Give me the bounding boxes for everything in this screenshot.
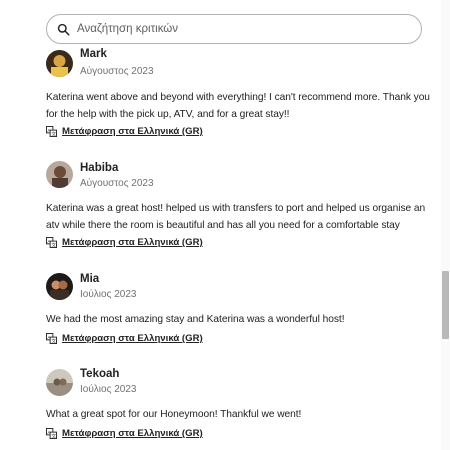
translate-label[interactable]: Μετάφραση στα Ελληνικά (GR): [62, 126, 203, 137]
search-input[interactable]: [77, 23, 397, 35]
translate-label[interactable]: Μετάφραση στα Ελληνικά (GR): [62, 237, 203, 248]
avatar[interactable]: [46, 50, 73, 77]
review-date: Ιούλιος 2023: [80, 289, 137, 300]
avatar[interactable]: [46, 161, 73, 188]
review-text: What a great spot for our Honeymoon! Tha…: [46, 406, 431, 423]
scrollbar-track[interactable]: [441, 0, 450, 450]
review-text: Katerina was a great host! helped us wit…: [46, 200, 431, 234]
avatar[interactable]: [46, 273, 73, 300]
svg-text:文: 文: [52, 433, 57, 439]
svg-text:文: 文: [52, 338, 57, 344]
reviewer-name: Habiba: [80, 162, 119, 174]
translate-link[interactable]: A 文 Μετάφραση στα Ελληνικά (GR): [46, 237, 203, 248]
svg-text:文: 文: [52, 242, 57, 248]
review-text-line: Katerina went above and beyond with ever…: [46, 92, 430, 103]
review-text: We had the most amazing stay and Katerin…: [46, 311, 431, 328]
review-date: Αύγουστος 2023: [80, 66, 154, 77]
search-icon: [57, 23, 70, 36]
reviewer-name: Mark: [80, 48, 107, 60]
review-text-line: We had the most amazing stay and Katerin…: [46, 314, 345, 325]
review-date: Αύγουστος 2023: [80, 178, 154, 189]
translate-link[interactable]: A 文 Μετάφραση στα Ελληνικά (GR): [46, 333, 203, 344]
review-text: Katerina went above and beyond with ever…: [46, 89, 431, 123]
review-text-line: for the help with the pick up, ATV, and …: [46, 109, 290, 120]
svg-text:文: 文: [52, 131, 57, 137]
review-text-line: What a great spot for our Honeymoon! Tha…: [46, 409, 302, 420]
translate-icon: A 文: [46, 126, 57, 137]
translate-label[interactable]: Μετάφραση στα Ελληνικά (GR): [62, 428, 203, 439]
translate-link[interactable]: A 文 Μετάφραση στα Ελληνικά (GR): [46, 126, 203, 137]
review-date: Ιούλιος 2023: [80, 384, 137, 395]
reviewer-name: Tekoah: [80, 368, 120, 380]
scrollbar-thumb[interactable]: [442, 271, 449, 339]
reviewer-name: Mia: [80, 273, 100, 285]
translate-link[interactable]: A 文 Μετάφραση στα Ελληνικά (GR): [46, 428, 203, 439]
translate-icon: A 文: [46, 237, 57, 248]
translate-label[interactable]: Μετάφραση στα Ελληνικά (GR): [62, 333, 203, 344]
review-search-bar[interactable]: [46, 14, 422, 44]
avatar[interactable]: [46, 369, 73, 396]
review-text-line: atv while there the room is beautiful an…: [46, 220, 400, 231]
translate-icon: A 文: [46, 428, 57, 439]
translate-icon: A 文: [46, 333, 57, 344]
review-text-line: Katerina was a great host! helped us wit…: [46, 203, 426, 214]
